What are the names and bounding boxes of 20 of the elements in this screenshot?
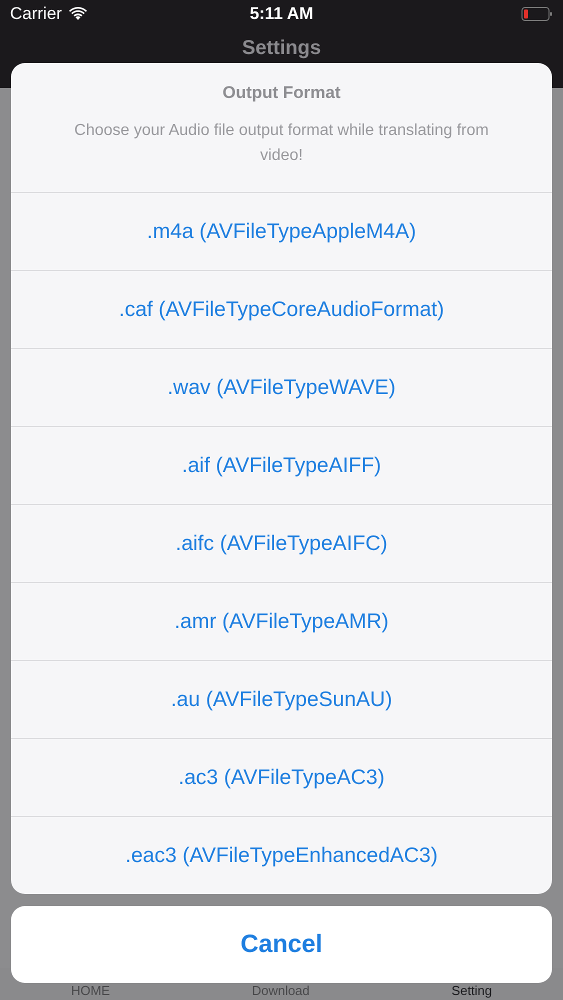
format-option[interactable]: .wav (AVFileTypeWAVE) [11, 348, 552, 426]
wifi-icon [68, 7, 88, 21]
format-option[interactable]: .caf (AVFileTypeCoreAudioFormat) [11, 270, 552, 348]
sheet-title: Output Format [221, 83, 342, 103]
format-option[interactable]: .au (AVFileTypeSunAU) [11, 660, 552, 738]
format-option[interactable]: .aif (AVFileTypeAIFF) [11, 426, 552, 504]
sheet-message: Choose your Audio file output format while translating from video! [73, 121, 490, 166]
tab-item[interactable]: Setting [452, 983, 492, 998]
format-option[interactable]: .m4a (AVFileTypeAppleM4A) [11, 192, 552, 270]
format-option[interactable]: .aifc (AVFileTypeAIFC) [11, 504, 552, 582]
battery-icon [521, 6, 553, 22]
format-option[interactable]: .ac3 (AVFileTypeAC3) [11, 738, 552, 816]
cancel-button[interactable]: Cancel [11, 906, 552, 983]
tab-item[interactable]: Download [252, 983, 310, 998]
screen-title: Settings [242, 37, 321, 60]
carrier-label: Carrier [10, 4, 62, 24]
tab-item[interactable]: HOME [70, 983, 110, 998]
format-option[interactable]: .amr (AVFileTypeAMR) [11, 582, 552, 660]
clock: 5:11 AM [248, 4, 314, 24]
format-option[interactable]: .eac3 (AVFileTypeEnhancedAC3) [11, 816, 552, 894]
